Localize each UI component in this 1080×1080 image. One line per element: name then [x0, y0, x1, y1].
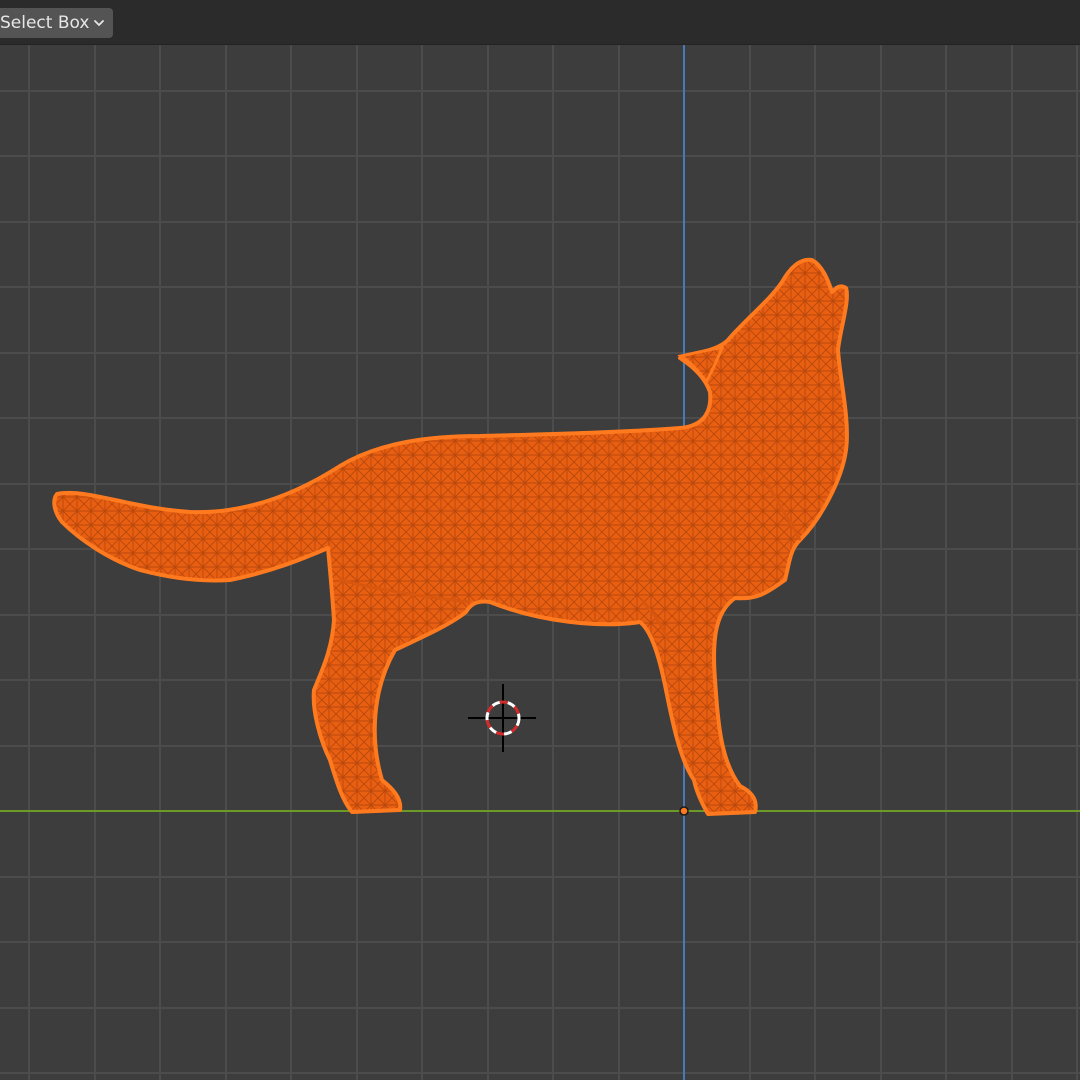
select-box-dropdown[interactable]: Select Box: [0, 8, 114, 38]
select-mode-label: Select Box: [0, 13, 90, 33]
viewport-header: Select Box: [0, 0, 1080, 45]
viewport-scene[interactable]: [0, 0, 1080, 1080]
3d-viewport[interactable]: Select Box: [0, 0, 1080, 1080]
object-origin-icon: [679, 806, 689, 816]
chevron-down-icon: [94, 20, 105, 26]
